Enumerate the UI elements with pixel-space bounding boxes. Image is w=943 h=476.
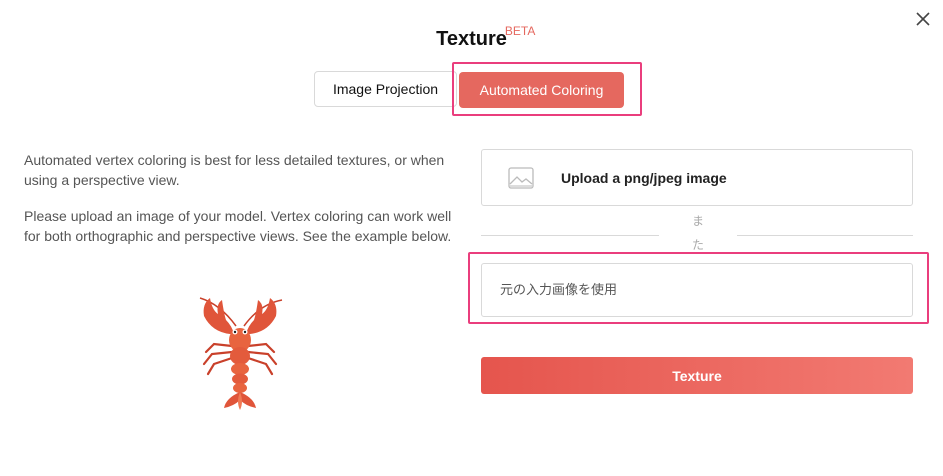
upload-label: Upload a png/jpeg image (561, 170, 727, 186)
tab-automated-coloring[interactable]: Automated Coloring (459, 72, 624, 108)
texture-button[interactable]: Texture (481, 357, 913, 394)
tab-image-projection[interactable]: Image Projection (314, 71, 457, 107)
dialog-header: Texture BETA (0, 24, 943, 51)
upload-image-button[interactable]: Upload a png/jpeg image (481, 149, 913, 206)
beta-badge: BETA (504, 24, 536, 38)
close-icon[interactable] (912, 8, 934, 30)
divider-line-left (481, 235, 659, 236)
divider-line-right (737, 235, 913, 236)
description-paragraph-2: Please upload an image of your model. Ve… (24, 208, 452, 244)
image-icon (508, 167, 534, 189)
description-paragraph-1: Automated vertex coloring is best for le… (24, 152, 445, 188)
lobster-image (199, 297, 283, 410)
dialog-title-text: Texture (436, 28, 507, 50)
dialog-title: Texture BETA (436, 24, 535, 51)
source-image-input[interactable] (481, 263, 913, 317)
divider-text: また (691, 214, 704, 252)
